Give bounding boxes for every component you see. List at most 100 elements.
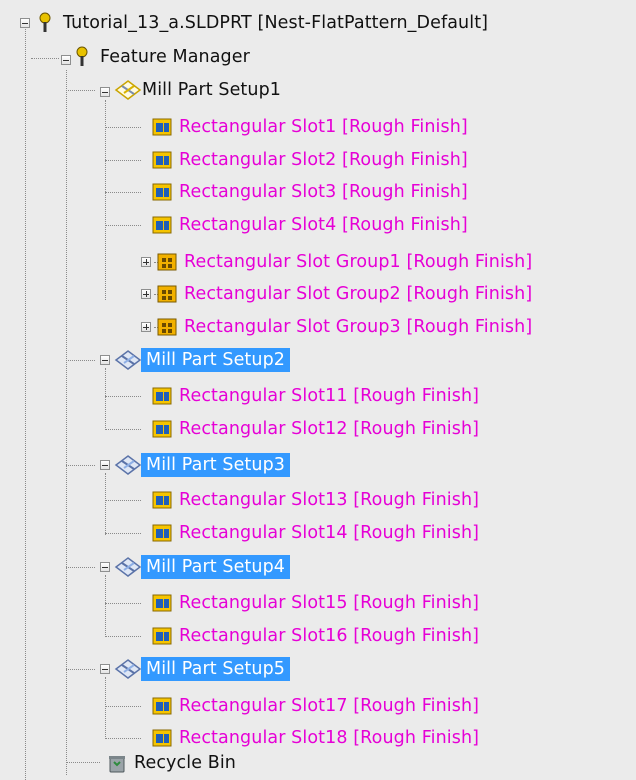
- slot-operation-icon: [151, 214, 173, 236]
- tree-item-operation-group[interactable]: Rectangular Slot Group3 [Rough Finish]: [156, 314, 532, 340]
- tree-item-operation[interactable]: Rectangular Slot13 [Rough Finish]: [151, 487, 479, 513]
- part-pin-icon: [35, 12, 57, 34]
- tree-item-recycle-bin[interactable]: Recycle Bin: [106, 750, 236, 776]
- tree-line: [105, 160, 141, 161]
- operation-label: Rectangular Slot17 [Rough Finish]: [179, 696, 480, 716]
- tree-item-operation[interactable]: Rectangular Slot16 [Rough Finish]: [151, 623, 479, 649]
- tree-item-operation[interactable]: Rectangular Slot12 [Rough Finish]: [151, 416, 479, 442]
- tree-line: [25, 20, 26, 780]
- operation-label: Rectangular Slot2 [Rough Finish]: [179, 150, 468, 170]
- slot-operation-icon: [151, 727, 173, 749]
- feature-tree: Tutorial_13_a.SLDPRT [Nest-FlatPattern_D…: [0, 0, 636, 780]
- slot-operation-icon: [151, 522, 173, 544]
- collapse-toggle[interactable]: [20, 18, 30, 28]
- tree-item-operation[interactable]: Rectangular Slot17 [Rough Finish]: [151, 693, 479, 719]
- tree-line: [105, 533, 141, 534]
- tree-item-mill-part-setup-5[interactable]: Mill Part Setup5: [114, 656, 291, 682]
- tree-item-operation[interactable]: Rectangular Slot11 [Rough Finish]: [151, 383, 479, 409]
- mill-setup-icon: [114, 658, 142, 680]
- tree-line: [105, 500, 141, 501]
- tree-item-mill-part-setup-3[interactable]: Mill Part Setup3: [114, 452, 291, 478]
- feature-manager-icon: [72, 46, 94, 68]
- collapse-toggle[interactable]: [100, 664, 110, 674]
- tree-line: [105, 192, 141, 193]
- collapse-toggle[interactable]: [100, 87, 110, 97]
- operation-label: Rectangular Slot Group3 [Rough Finish]: [184, 317, 533, 337]
- setup-label: Mill Part Setup2: [141, 348, 291, 372]
- tree-item-operation-group[interactable]: Rectangular Slot Group1 [Rough Finish]: [156, 249, 532, 275]
- operation-label: Rectangular Slot Group2 [Rough Finish]: [184, 284, 533, 304]
- operation-label: Rectangular Slot12 [Rough Finish]: [179, 419, 480, 439]
- operation-label: Rectangular Slot4 [Rough Finish]: [179, 215, 468, 235]
- tree-line: [105, 603, 141, 604]
- slot-group-icon: [156, 316, 178, 338]
- mill-setup-icon: [114, 556, 142, 578]
- setup-label: Mill Part Setup5: [141, 657, 291, 681]
- tree-item-operation[interactable]: Rectangular Slot4 [Rough Finish]: [151, 212, 468, 238]
- tree-line: [105, 677, 106, 739]
- expand-toggle[interactable]: [141, 257, 151, 267]
- slot-operation-icon: [151, 592, 173, 614]
- setup-label: Mill Part Setup4: [141, 555, 291, 579]
- tree-item-operation[interactable]: Rectangular Slot1 [Rough Finish]: [151, 114, 468, 140]
- collapse-toggle[interactable]: [61, 55, 71, 65]
- tree-line: [105, 429, 141, 430]
- tree-item-mill-part-setup-4[interactable]: Mill Part Setup4: [114, 554, 291, 580]
- expand-toggle[interactable]: [141, 289, 151, 299]
- slot-operation-icon: [151, 418, 173, 440]
- setup-label: Mill Part Setup1: [142, 80, 282, 100]
- tree-item-operation[interactable]: Rectangular Slot14 [Rough Finish]: [151, 520, 479, 546]
- slot-group-icon: [156, 251, 178, 273]
- tree-item-operation[interactable]: Rectangular Slot15 [Rough Finish]: [151, 590, 479, 616]
- slot-operation-icon: [151, 149, 173, 171]
- tree-line: [105, 368, 106, 430]
- tree-item-root[interactable]: Tutorial_13_a.SLDPRT [Nest-FlatPattern_D…: [35, 10, 488, 36]
- tree-item-feature-manager[interactable]: Feature Manager: [72, 44, 250, 70]
- slot-operation-icon: [151, 181, 173, 203]
- operation-label: Rectangular Slot13 [Rough Finish]: [179, 490, 480, 510]
- tree-line: [66, 567, 95, 568]
- tree-line: [66, 90, 95, 91]
- slot-operation-icon: [151, 695, 173, 717]
- operation-label: Rectangular Slot14 [Rough Finish]: [179, 523, 480, 543]
- operation-label: Rectangular Slot18 [Rough Finish]: [179, 728, 480, 748]
- collapse-toggle[interactable]: [100, 460, 110, 470]
- mill-setup-icon: [114, 79, 142, 101]
- tree-line: [105, 636, 141, 637]
- tree-line: [105, 100, 106, 300]
- root-label: Tutorial_13_a.SLDPRT [Nest-FlatPattern_D…: [63, 13, 489, 33]
- tree-line: [66, 465, 95, 466]
- tree-line: [105, 127, 141, 128]
- tree-line: [31, 58, 59, 59]
- operation-label: Rectangular Slot Group1 [Rough Finish]: [184, 252, 533, 272]
- expand-toggle[interactable]: [141, 322, 151, 332]
- tree-item-mill-part-setup-1[interactable]: Mill Part Setup1: [114, 77, 281, 103]
- slot-operation-icon: [151, 385, 173, 407]
- tree-line: [105, 738, 141, 739]
- tree-line: [105, 575, 106, 637]
- slot-operation-icon: [151, 116, 173, 138]
- feature-manager-label: Feature Manager: [100, 47, 250, 67]
- collapse-toggle[interactable]: [100, 562, 110, 572]
- collapse-toggle[interactable]: [100, 355, 110, 365]
- tree-item-operation[interactable]: Rectangular Slot18 [Rough Finish]: [151, 725, 479, 751]
- operation-label: Rectangular Slot1 [Rough Finish]: [179, 117, 468, 137]
- slot-group-icon: [156, 283, 178, 305]
- operation-label: Rectangular Slot3 [Rough Finish]: [179, 182, 468, 202]
- operation-label: Rectangular Slot11 [Rough Finish]: [179, 386, 480, 406]
- recycle-bin-label: Recycle Bin: [134, 753, 236, 773]
- setup-label: Mill Part Setup3: [141, 453, 291, 477]
- mill-setup-icon: [114, 349, 142, 371]
- tree-item-operation[interactable]: Rectangular Slot2 [Rough Finish]: [151, 147, 468, 173]
- tree-item-mill-part-setup-2[interactable]: Mill Part Setup2: [114, 347, 291, 373]
- tree-line: [105, 396, 141, 397]
- tree-line: [105, 225, 141, 226]
- operation-label: Rectangular Slot16 [Rough Finish]: [179, 626, 480, 646]
- tree-line: [66, 360, 95, 361]
- tree-item-operation-group[interactable]: Rectangular Slot Group2 [Rough Finish]: [156, 281, 532, 307]
- mill-setup-icon: [114, 454, 142, 476]
- slot-operation-icon: [151, 489, 173, 511]
- tree-item-operation[interactable]: Rectangular Slot3 [Rough Finish]: [151, 179, 468, 205]
- tree-line: [105, 473, 106, 535]
- recycle-bin-icon: [106, 752, 128, 774]
